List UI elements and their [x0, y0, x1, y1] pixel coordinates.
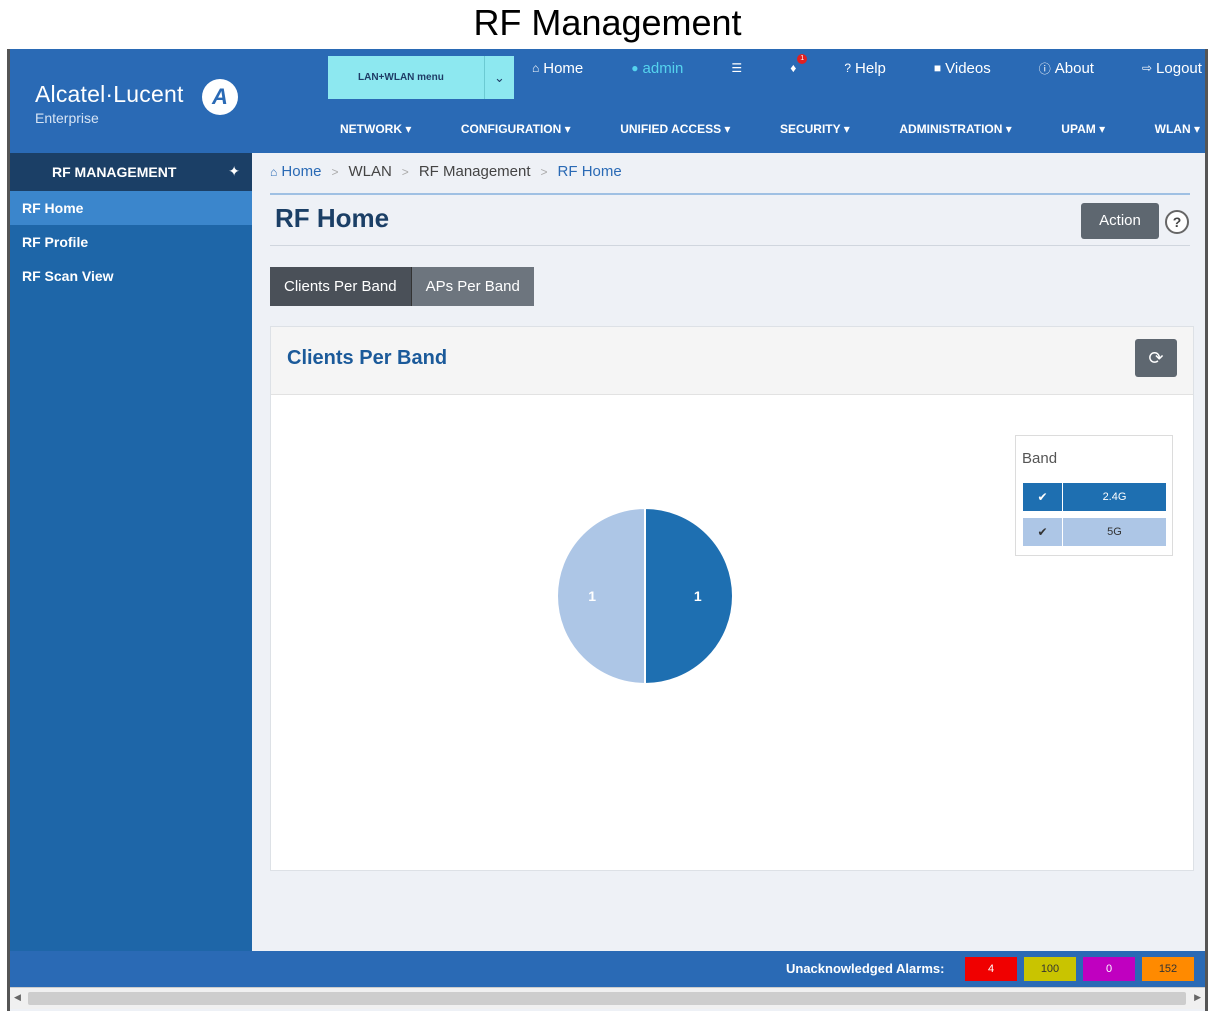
main-content: ⌂ Home > WLAN > RF Management > RF Home … — [255, 153, 1205, 951]
pin-icon[interactable]: ✦ — [228, 163, 240, 180]
home-icon: ⌂ — [532, 61, 540, 75]
scroll-left-icon[interactable]: ◀ — [14, 992, 21, 1003]
help-button[interactable]: ? — [1165, 210, 1189, 234]
tab-aps-per-band[interactable]: APs Per Band — [411, 267, 534, 306]
chart-legend: Band ✔ 2.4G ✔ 5G — [1015, 435, 1173, 556]
scroll-right-icon[interactable]: ▶ — [1194, 992, 1201, 1003]
refresh-icon: ⟳ — [1148, 348, 1164, 368]
tab-clients-per-band[interactable]: Clients Per Band — [270, 267, 412, 306]
user-icon: ● — [631, 61, 639, 75]
alarms-label: Unacknowledged Alarms: — [786, 961, 945, 976]
info-icon: ⓘ — [1038, 61, 1051, 76]
legend-label: 5G — [1063, 518, 1166, 546]
breadcrumb-home[interactable]: ⌂ Home — [270, 163, 321, 180]
legend-item-5g[interactable]: ✔ 5G — [1023, 518, 1166, 546]
nav-unified-access[interactable]: UNIFIED ACCESS ▾ — [620, 122, 730, 136]
bell-icon: ♦ — [790, 61, 797, 75]
app-window: Alcatel·Lucent Enterprise A LAN+WLAN men… — [7, 49, 1208, 1011]
menu-selector[interactable]: LAN+WLAN menu ⌄ — [328, 56, 514, 99]
help-link[interactable]: ? Help — [844, 58, 886, 78]
breadcrumb-separator: > — [401, 164, 409, 179]
top-links: ⌂ Home ● admin ☰ ♦ 1 ? Help ■ Videos ⓘ About ⇨… — [532, 54, 1202, 78]
breadcrumb-rf-home: RF Home — [557, 163, 622, 180]
breadcrumb-wlan[interactable]: WLAN — [348, 163, 391, 180]
scrollbar-thumb[interactable] — [28, 992, 1186, 1005]
logout-link[interactable]: ⇨ Logout — [1142, 58, 1202, 78]
pie-slice-label: 1 — [588, 588, 596, 604]
list-icon: ☰ — [731, 61, 743, 75]
chevron-down-icon[interactable]: ⌄ — [484, 56, 514, 99]
pie-slice-2-4g[interactable] — [644, 506, 734, 686]
breadcrumb-rf-management[interactable]: RF Management — [419, 163, 531, 180]
nav-wlan[interactable]: WLAN ▾ — [1155, 122, 1200, 136]
breadcrumb: ⌂ Home > WLAN > RF Management > RF Home — [270, 163, 622, 180]
action-button[interactable]: Action — [1081, 203, 1159, 239]
brand-name: Alcatel·Lucent — [35, 81, 184, 107]
nav-security[interactable]: SECURITY ▾ — [780, 122, 850, 136]
brand-mark-icon: A — [202, 79, 238, 115]
home-icon: ⌂ — [270, 165, 278, 179]
notifications-button[interactable]: ♦ 1 — [790, 54, 808, 78]
sidebar-item-rf-home[interactable]: RF Home — [10, 191, 252, 225]
menu-selector-label: LAN+WLAN menu — [358, 72, 444, 83]
legend-label: 2.4G — [1063, 483, 1166, 511]
logout-icon: ⇨ — [1141, 61, 1153, 75]
nav-upam[interactable]: UPAM ▾ — [1061, 122, 1105, 136]
main-nav: NETWORK ▾ CONFIGURATION ▾ UNIFIED ACCESS… — [340, 122, 1200, 136]
footer: Unacknowledged Alarms: 4 100 0 152 — [10, 951, 1205, 987]
notification-badge: 1 — [797, 54, 808, 64]
video-icon: ■ — [933, 61, 942, 75]
legend-item-2-4g[interactable]: ✔ 2.4G — [1023, 483, 1166, 511]
nav-administration[interactable]: ADMINISTRATION ▾ — [899, 122, 1011, 136]
sidebar-title: RF MANAGEMENT — [52, 164, 177, 180]
alarm-major-badge[interactable]: 100 — [1024, 957, 1076, 981]
panel-header: Clients Per Band ⟳ — [271, 327, 1193, 395]
header: Alcatel·Lucent Enterprise A LAN+WLAN men… — [10, 49, 1205, 153]
sidebar: RF MANAGEMENT ✦ RF Home RF Profile RF Sc… — [10, 153, 252, 951]
home-link[interactable]: ⌂ Home — [532, 58, 583, 78]
horizontal-scrollbar[interactable]: ◀ ▶ — [10, 987, 1205, 1009]
page-title: RF Management — [473, 2, 742, 43]
question-icon: ? — [844, 61, 852, 75]
breadcrumb-separator: > — [331, 164, 339, 179]
nav-network[interactable]: NETWORK ▾ — [340, 122, 411, 136]
tab-bar: Clients Per Band APs Per Band — [270, 267, 534, 306]
sidebar-item-rf-scan-view[interactable]: RF Scan View — [10, 259, 252, 293]
divider — [270, 193, 1190, 195]
nav-configuration[interactable]: CONFIGURATION ▾ — [461, 122, 571, 136]
refresh-button[interactable]: ⟳ — [1135, 339, 1177, 377]
alarm-minor-badge[interactable]: 0 — [1083, 957, 1135, 981]
admin-link[interactable]: ● admin — [631, 58, 683, 78]
videos-link[interactable]: ■ Videos — [934, 58, 991, 78]
brand-logo[interactable]: Alcatel·Lucent Enterprise — [35, 81, 184, 126]
check-icon: ✔ — [1023, 518, 1063, 546]
divider — [270, 245, 1190, 246]
list-button[interactable]: ☰ — [731, 58, 742, 78]
pie-slice-label: 1 — [694, 588, 702, 604]
brand-sub: Enterprise — [35, 110, 99, 126]
content-title: RF Home — [275, 203, 390, 233]
alarm-critical-badge[interactable]: 4 — [965, 957, 1017, 981]
legend-title: Band — [1022, 450, 1058, 467]
alarm-warning-badge[interactable]: 152 — [1142, 957, 1194, 981]
chart-panel: Clients Per Band ⟳ 1 1 Band ✔ 2.4G ✔ 5G — [270, 326, 1194, 871]
pie-slice-5g[interactable] — [556, 506, 646, 686]
panel-title: Clients Per Band — [287, 347, 448, 369]
check-icon: ✔ — [1023, 483, 1063, 511]
about-link[interactable]: ⓘ About — [1039, 58, 1094, 78]
sidebar-item-rf-profile[interactable]: RF Profile — [10, 225, 252, 259]
sidebar-header: RF MANAGEMENT ✦ — [10, 153, 252, 191]
breadcrumb-separator: > — [540, 164, 548, 179]
